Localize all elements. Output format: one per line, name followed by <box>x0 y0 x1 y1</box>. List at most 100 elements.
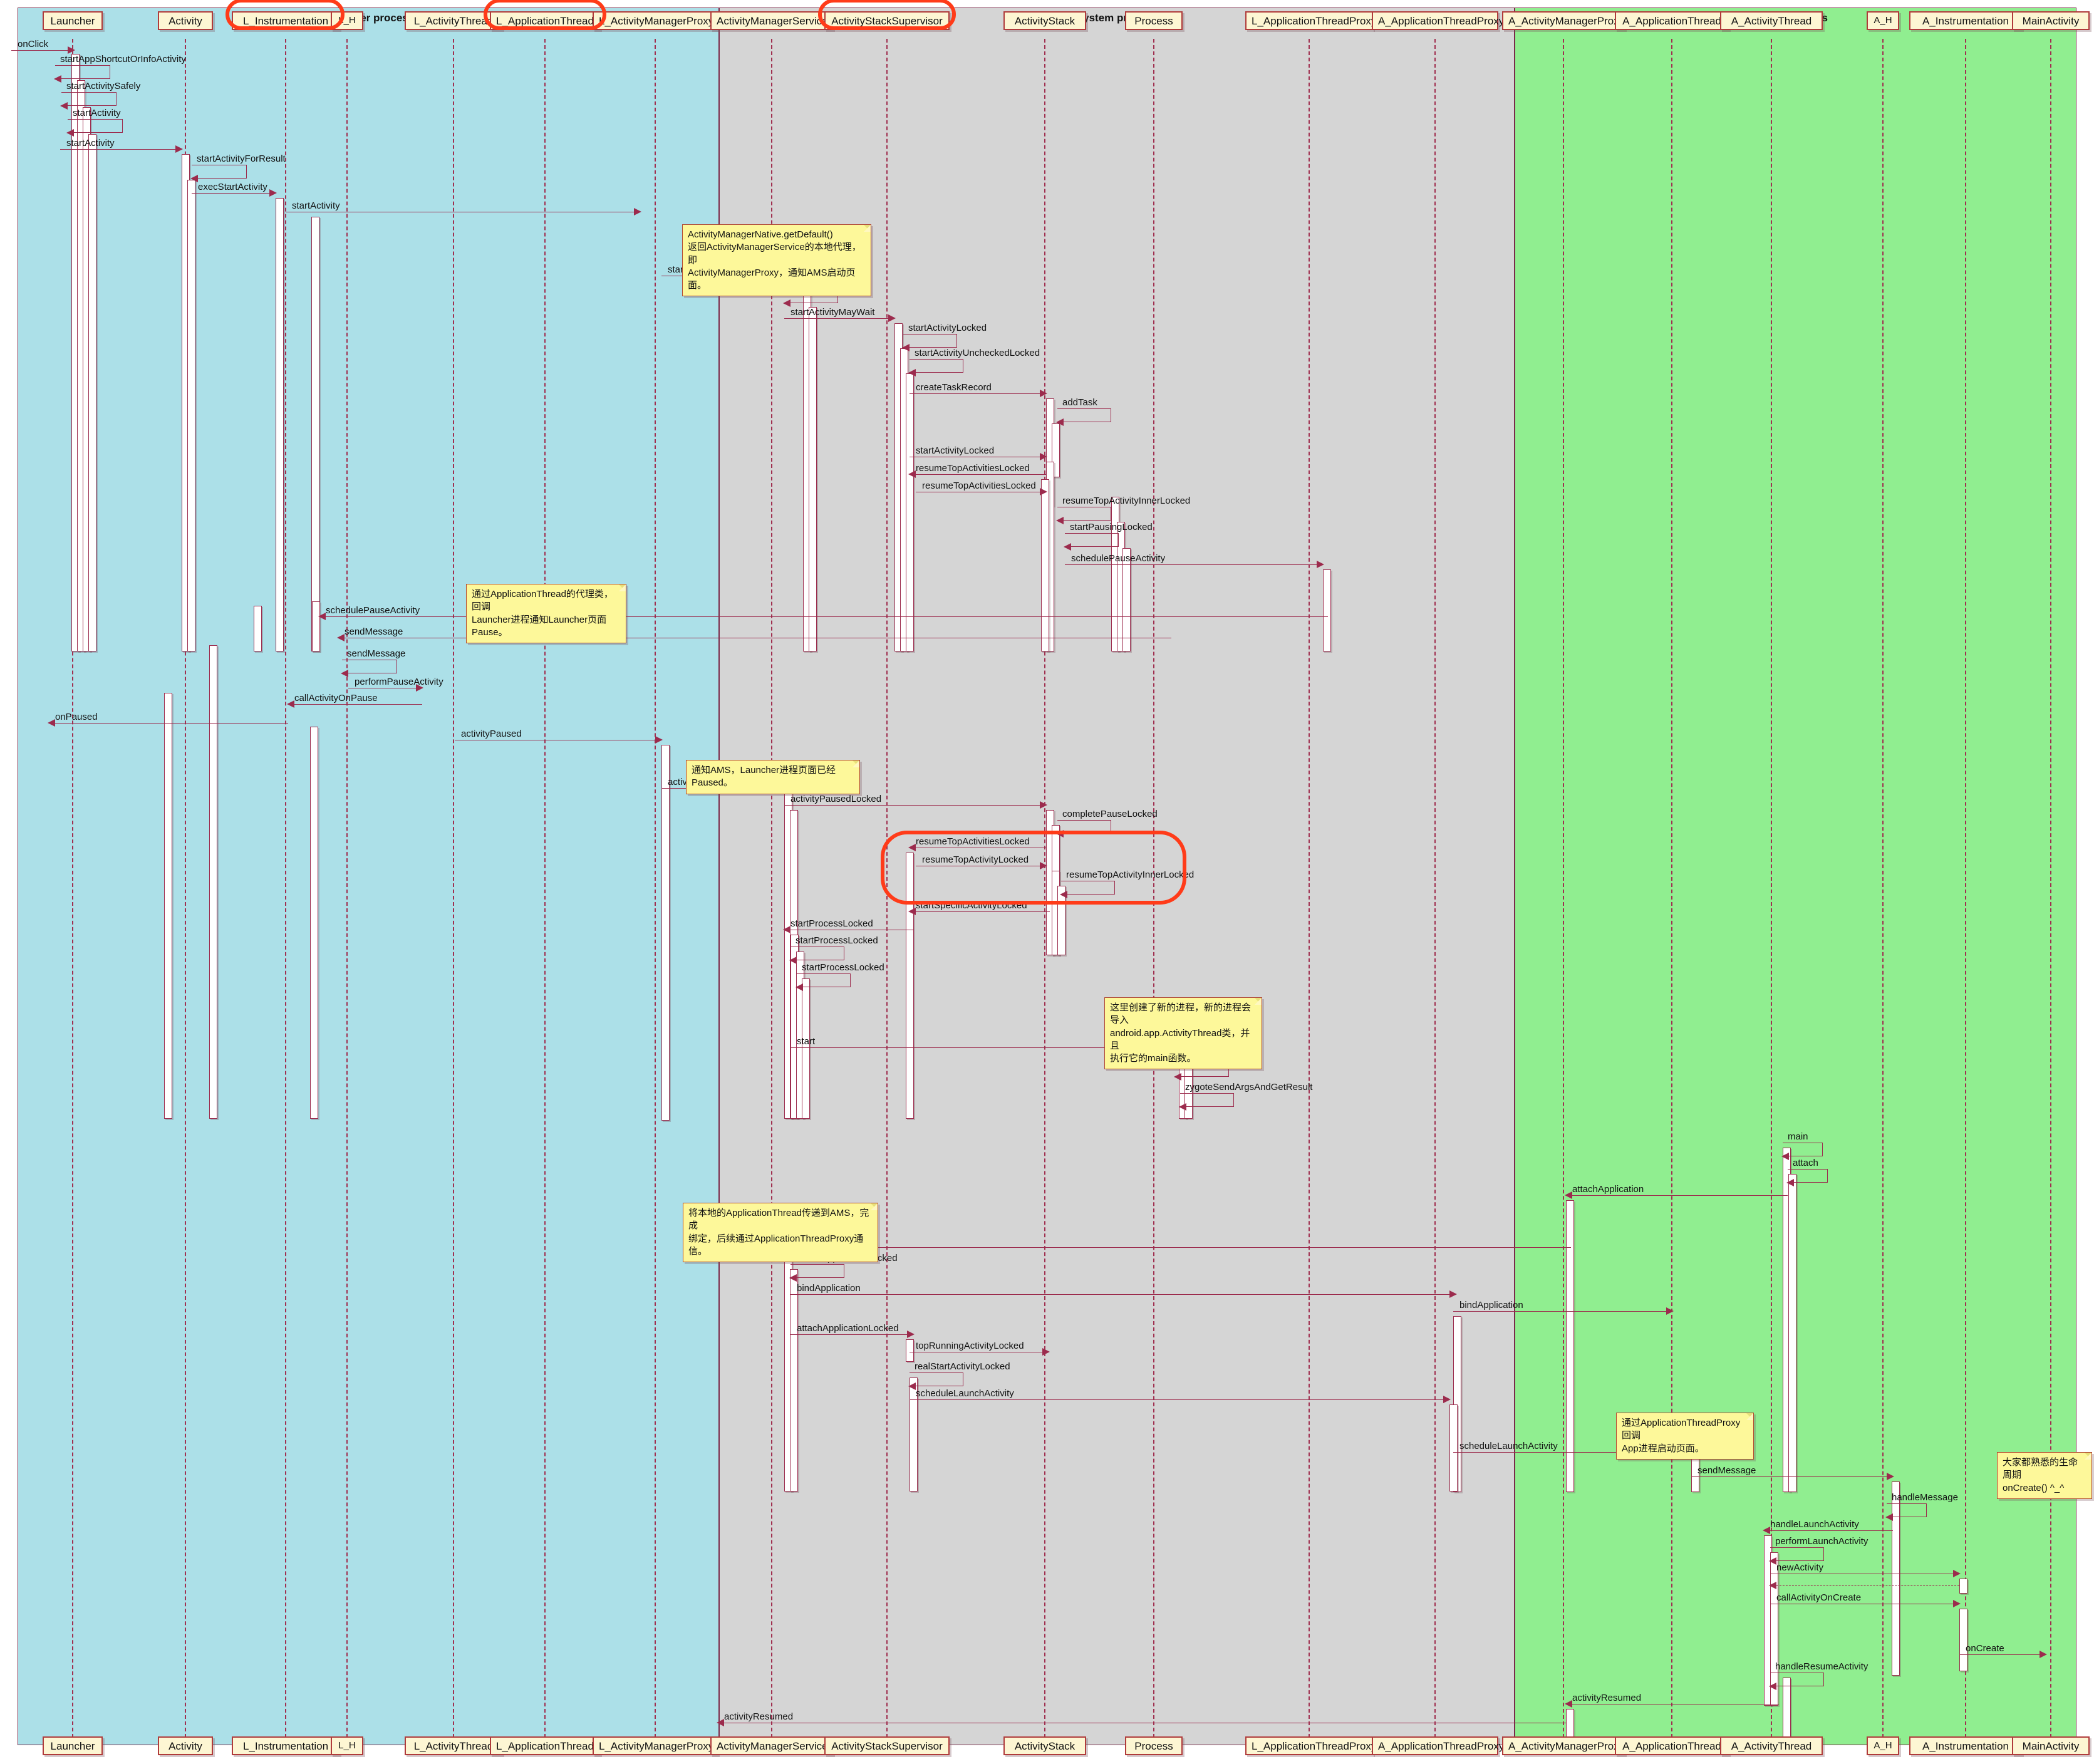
message-line <box>910 911 1050 912</box>
message-label: schedulePauseActivity <box>1071 553 1166 564</box>
message-arrowhead <box>908 908 916 915</box>
note-folded-corner-icon <box>853 760 859 767</box>
message-line <box>288 704 422 705</box>
participant-bottom-ams[interactable]: ActivityManagerService <box>710 1736 833 1755</box>
message-label: sendMessage <box>1697 1465 1756 1476</box>
note-launch-page: 通过ApplicationThreadProxy回调 App进程启动页面。 <box>1616 1413 1754 1460</box>
participant-bottom-a_instr[interactable]: A_Instrumentation <box>1909 1736 2022 1755</box>
activation-bar <box>1959 1579 1967 1594</box>
participant-top-a_amp[interactable]: A_ActivityManagerProxy <box>1502 11 1625 30</box>
activation-bar <box>276 198 284 651</box>
message-label: startActivityMayWait <box>790 307 875 318</box>
message-arrowhead <box>287 700 294 708</box>
message-arrowhead <box>783 926 790 933</box>
message-label: attachApplicationLocked <box>797 1323 899 1334</box>
participant-bottom-l_amp[interactable]: L_ActivityManagerProxy <box>593 1736 718 1755</box>
participant-bottom-process[interactable]: Process <box>1125 1736 1183 1755</box>
participant-top-activity[interactable]: Activity <box>158 11 213 30</box>
participant-bottom-astack[interactable]: ActivityStack <box>1003 1736 1086 1755</box>
message-label: startProcessLocked <box>796 935 878 946</box>
self-message-loop <box>790 1264 844 1278</box>
message-arrowhead <box>1769 1683 1776 1690</box>
message-label: resumeTopActivitiesLocked <box>922 480 1036 491</box>
participant-bottom-a_h[interactable]: A_H <box>1867 1736 1899 1755</box>
participant-top-l_amp[interactable]: L_ActivityManagerProxy <box>593 11 718 30</box>
message-label: activityResumed <box>1572 1693 1642 1703</box>
participant-top-a_aptp[interactable]: A_ApplicationThreadProxy <box>1372 11 1504 30</box>
message-arrowhead <box>1056 517 1064 524</box>
activation-bar <box>906 373 914 651</box>
message-line <box>784 318 894 319</box>
activation-bar <box>1788 1174 1796 1492</box>
lifeline-l_instr <box>285 39 286 1738</box>
note-launcher-paused: 通知AMS，Launcher进程页面已经Paused。 <box>686 760 860 794</box>
message-arrowhead <box>796 983 803 991</box>
activation-bar <box>254 606 262 651</box>
participant-top-a_instr[interactable]: A_Instrumentation <box>1909 11 2022 30</box>
message-line <box>1959 1654 2046 1655</box>
message-arrowhead <box>1174 1073 1181 1081</box>
participant-bottom-ass[interactable]: ActivityStackSupervisor <box>824 1736 950 1755</box>
activation-bar <box>809 307 817 651</box>
message-label: callActivityOnPause <box>294 693 378 703</box>
message-line <box>60 149 182 150</box>
message-label: startActivityUncheckedLocked <box>915 348 1040 358</box>
message-line <box>1566 1195 1788 1196</box>
message-arrowhead <box>1040 453 1047 460</box>
message-label: execStartActivity <box>198 182 267 192</box>
message-line <box>790 1294 1456 1295</box>
message-arrowhead <box>1953 1600 1961 1607</box>
participant-bottom-l_aptp[interactable]: L_ApplicationThreadProxy <box>1245 1736 1376 1755</box>
message-arrowhead <box>1781 1153 1789 1160</box>
participant-bottom-a_at[interactable]: A_ActivityThread <box>1720 1736 1823 1755</box>
self-message-loop <box>342 660 397 673</box>
participant-bottom-activity[interactable]: Activity <box>158 1736 213 1755</box>
participant-top-l_aptp[interactable]: L_ApplicationThreadProxy <box>1245 11 1376 30</box>
participant-bottom-launcher[interactable]: Launcher <box>43 1736 103 1755</box>
participant-bottom-l_at[interactable]: L_ActivityThread <box>405 1736 502 1755</box>
message-line <box>1065 564 1323 565</box>
message-label: handleResumeActivity <box>1775 1661 1869 1672</box>
participant-bottom-a_aptp[interactable]: A_ApplicationThreadProxy <box>1372 1736 1504 1755</box>
message-arrowhead <box>1040 390 1047 397</box>
message-line <box>1764 1530 1893 1531</box>
participant-top-a_apt[interactable]: A_ApplicationThread <box>1615 11 1729 30</box>
participant-bottom-a_amp[interactable]: A_ActivityManagerProxy <box>1502 1736 1625 1755</box>
message-line <box>790 1334 913 1335</box>
highlight-l-instrumentation <box>225 0 345 30</box>
message-arrowhead <box>783 299 790 307</box>
message-label: startActivityForResult <box>197 153 286 164</box>
participant-top-launcher[interactable]: Launcher <box>43 11 103 30</box>
activation-bar <box>661 745 670 1121</box>
message-label: handleLaunchActivity <box>1770 1519 1859 1530</box>
message-label: resumeTopActivitiesLocked <box>916 463 1030 474</box>
participant-top-mainact[interactable]: MainActivity <box>2012 11 2090 30</box>
message-arrowhead <box>907 1331 915 1338</box>
lifeline-l_amp <box>655 39 656 1738</box>
participant-top-a_h[interactable]: A_H <box>1867 11 1899 30</box>
lifeline-a_apt <box>1671 39 1672 1738</box>
message-label: activityPausedLocked <box>790 794 882 804</box>
message-arrowhead <box>54 75 61 83</box>
message-arrowhead <box>1443 1396 1451 1403</box>
sequence-diagram-canvas: Launcher processSystem processApp proces… <box>0 0 2094 1764</box>
message-label: completePauseLocked <box>1062 809 1158 819</box>
self-message-loop <box>1770 1547 1824 1561</box>
message-arrowhead <box>1887 1473 1894 1480</box>
participant-bottom-mainact[interactable]: MainActivity <box>2012 1736 2090 1755</box>
note-pause-callback: 通过ApplicationThread的代理类，回调 Launcher进程通知L… <box>466 584 626 643</box>
process-band-launcher: Launcher process <box>18 8 719 1745</box>
message-line <box>49 723 288 724</box>
message-arrowhead <box>1042 1348 1050 1356</box>
highlight-activitystacksupervisor <box>818 0 956 30</box>
participant-bottom-l_apt[interactable]: L_ApplicationThread <box>490 1736 600 1755</box>
participant-bottom-l_h[interactable]: L_H <box>331 1736 363 1755</box>
message-arrowhead <box>337 634 345 641</box>
participant-bottom-l_instr[interactable]: L_Instrumentation <box>232 1736 339 1755</box>
participant-top-a_at[interactable]: A_ActivityThread <box>1720 11 1823 30</box>
participant-top-ams[interactable]: ActivityManagerService <box>710 11 833 30</box>
message-label: main <box>1788 1131 1808 1142</box>
participant-top-astack[interactable]: ActivityStack <box>1003 11 1086 30</box>
participant-bottom-a_apt[interactable]: A_ApplicationThread <box>1615 1736 1729 1755</box>
participant-top-process[interactable]: Process <box>1125 11 1183 30</box>
